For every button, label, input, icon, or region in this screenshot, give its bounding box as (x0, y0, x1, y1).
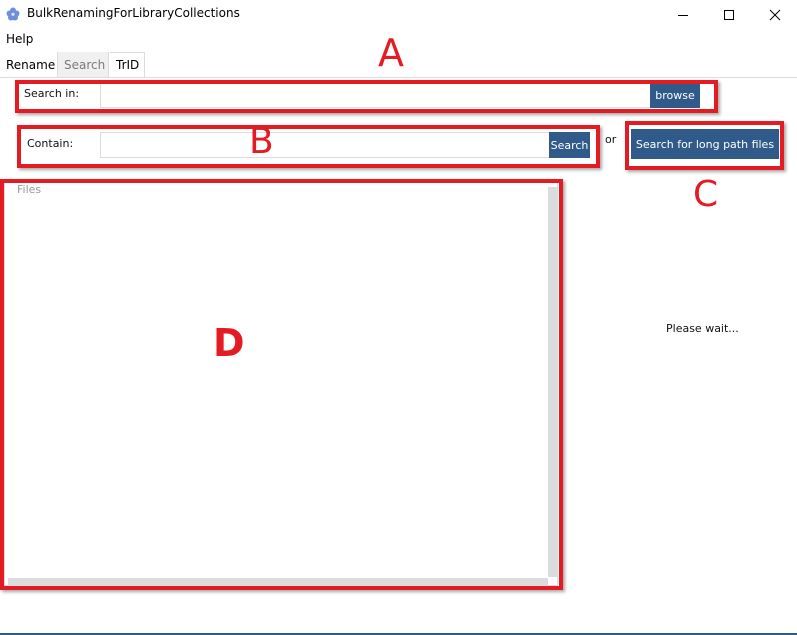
annotation-label-a: A (378, 31, 404, 75)
minimize-icon (678, 15, 688, 16)
tab-trid[interactable]: TrID (110, 52, 145, 77)
close-button[interactable] (752, 0, 797, 30)
annotation-box-b (17, 125, 600, 168)
or-text: or (605, 133, 617, 146)
annotation-box-a (15, 80, 718, 113)
menu-help[interactable]: Help (6, 32, 33, 46)
tab-strip-border (0, 77, 797, 78)
window-title: BulkRenamingForLibraryCollections (27, 6, 240, 20)
annotation-label-d: D (213, 321, 245, 365)
maximize-button[interactable] (706, 0, 752, 30)
tab-rename[interactable]: Rename (0, 52, 56, 77)
annotation-label-b: B (249, 121, 274, 162)
maximize-icon (724, 10, 734, 20)
annotation-label-c: C (693, 174, 719, 215)
annotation-box-c (625, 121, 784, 170)
close-icon (769, 9, 781, 21)
annotation-box-d (0, 179, 563, 590)
flower-icon (6, 7, 20, 21)
tab-search[interactable]: Search (57, 52, 109, 77)
status-text: Please wait... (666, 322, 739, 335)
minimize-button[interactable] (660, 0, 706, 30)
